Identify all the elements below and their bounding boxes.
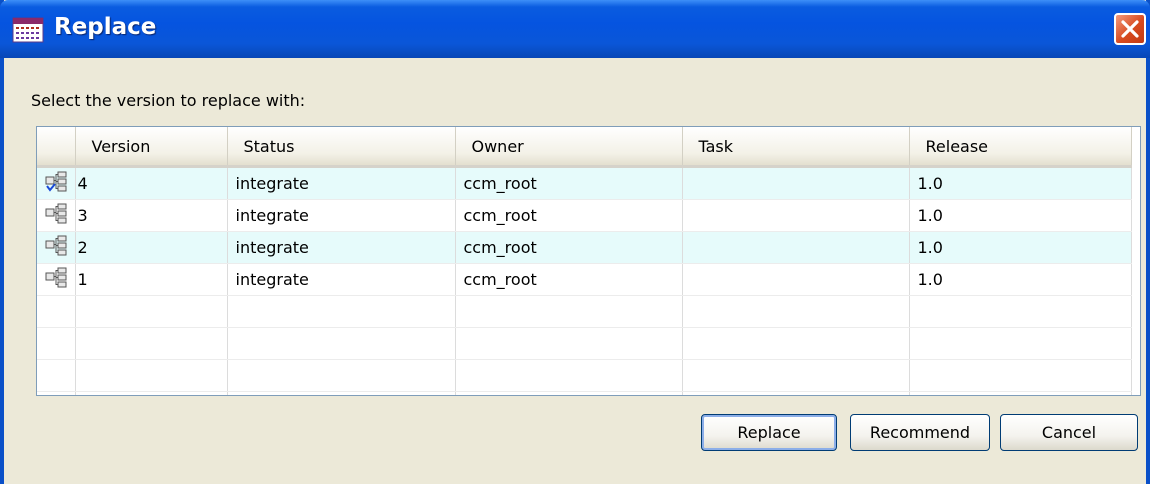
- column-label-status: Status: [243, 136, 295, 156]
- cell-task: [682, 199, 910, 232]
- column-label-task: Task: [698, 136, 734, 156]
- cell-version: 2: [75, 231, 228, 264]
- cell-task: [682, 231, 910, 264]
- table-header-row: Version Status Owner Task Release: [37, 127, 1132, 168]
- replace-dialog: Replace Select the version to replace wi…: [0, 0, 1150, 484]
- title-bar[interactable]: Replace: [0, 0, 1150, 58]
- window-title: Replace: [54, 14, 157, 40]
- table-row[interactable]: 2 integrate ccm_root 1.0: [37, 231, 1132, 264]
- cell-release: 1.0: [909, 263, 1132, 296]
- cell-status: integrate: [227, 231, 456, 264]
- cell-status: integrate: [227, 263, 456, 296]
- cell-status: integrate: [227, 166, 456, 200]
- column-header-owner[interactable]: Owner: [455, 127, 683, 168]
- version-icon: [45, 203, 67, 223]
- empty-row: [37, 295, 1132, 328]
- version-table[interactable]: Version Status Owner Task Release 4 inte…: [36, 126, 1141, 396]
- cell-release: 1.0: [909, 231, 1132, 264]
- cell-release: 1.0: [909, 199, 1132, 232]
- table-row[interactable]: 3 integrate ccm_root 1.0: [37, 199, 1132, 232]
- column-header-task[interactable]: Task: [682, 127, 910, 168]
- version-icon: [45, 267, 67, 287]
- cell-task: [682, 166, 910, 200]
- version-icon-cell: [37, 231, 76, 264]
- empty-row: [37, 327, 1132, 360]
- recommend-button[interactable]: Recommend: [850, 414, 990, 451]
- dialog-prompt: Select the version to replace with:: [31, 91, 306, 110]
- column-header-release[interactable]: Release: [909, 127, 1132, 168]
- cell-release: 1.0: [909, 166, 1132, 200]
- version-icon-cell: [37, 263, 76, 296]
- cell-version: 1: [75, 263, 228, 296]
- cell-owner: ccm_root: [455, 263, 683, 296]
- cell-version: 4: [75, 166, 228, 200]
- column-label-owner: Owner: [471, 136, 524, 156]
- version-icon-cell: [37, 166, 76, 200]
- table-row[interactable]: 1 integrate ccm_root 1.0: [37, 263, 1132, 296]
- cell-owner: ccm_root: [455, 166, 683, 200]
- version-icon: [45, 235, 67, 255]
- cell-version: 3: [75, 199, 228, 232]
- empty-row: [37, 391, 1132, 395]
- replace-button[interactable]: Replace: [701, 414, 837, 451]
- column-header-status[interactable]: Status: [227, 127, 456, 168]
- column-header-version[interactable]: Version: [75, 127, 228, 168]
- column-header-icon[interactable]: [37, 127, 76, 168]
- cell-owner: ccm_root: [455, 231, 683, 264]
- cancel-button[interactable]: Cancel: [1000, 414, 1138, 451]
- version-icon-cell: [37, 199, 76, 232]
- version-checked-icon: [45, 171, 67, 192]
- table-row[interactable]: 4 integrate ccm_root 1.0: [37, 166, 1132, 200]
- cell-status: integrate: [227, 199, 456, 232]
- close-button[interactable]: [1114, 13, 1146, 45]
- app-icon: [12, 17, 44, 43]
- close-icon: [1121, 20, 1139, 38]
- column-label-release: Release: [925, 136, 989, 156]
- empty-row: [37, 359, 1132, 392]
- cell-owner: ccm_root: [455, 199, 683, 232]
- cell-task: [682, 263, 910, 296]
- column-label-version: Version: [91, 136, 151, 156]
